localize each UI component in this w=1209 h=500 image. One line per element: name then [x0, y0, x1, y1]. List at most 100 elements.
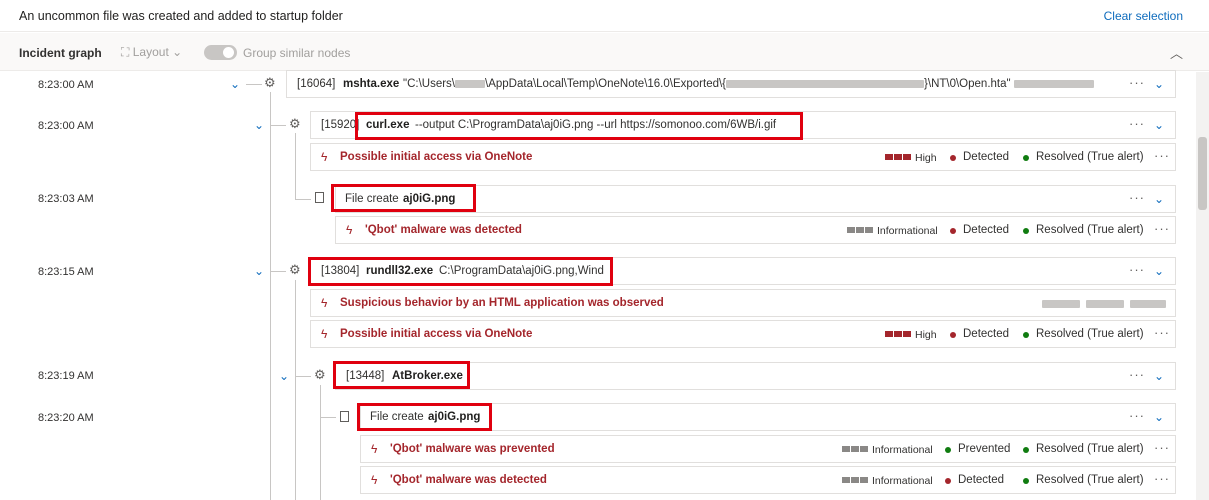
file-name: aj0iG.png — [428, 411, 481, 423]
file-event-label: File create — [370, 411, 424, 423]
status-label: Detected — [963, 328, 1010, 340]
file-event-label: File create — [345, 193, 399, 205]
more-actions-button[interactable]: ··· — [1154, 325, 1170, 340]
file-node[interactable]: File create aj0iG.png ··· ⌄ — [360, 403, 1176, 431]
file-icon — [340, 411, 349, 422]
alert-row[interactable]: ϟ 'Qbot' malware was detected Informatio… — [335, 216, 1176, 244]
expand-chevron-icon[interactable]: ⌄ — [254, 118, 264, 132]
severity-bars — [842, 477, 869, 491]
resolution-label: Resolved (True alert) — [1036, 443, 1144, 455]
chevron-down-icon[interactable]: ⌄ — [1154, 264, 1164, 278]
status-dot — [950, 332, 956, 338]
severity-label: Informational — [877, 225, 938, 237]
timestamp: 8:23:19 AM — [38, 370, 94, 382]
gear-icon: ⚙ — [289, 262, 301, 277]
tree-line — [270, 125, 286, 126]
more-actions-button[interactable]: ··· — [1129, 367, 1145, 382]
lightning-icon: ϟ — [321, 296, 328, 310]
process-id: [13804] — [321, 265, 360, 277]
lightning-icon: ϟ — [321, 150, 328, 164]
expand-chevron-icon[interactable]: ⌄ — [230, 77, 240, 91]
loading-placeholder — [1130, 300, 1166, 308]
process-id: [15920] — [321, 119, 360, 131]
tree-line — [295, 133, 296, 200]
resolution-label: Resolved (True alert) — [1036, 328, 1144, 340]
resolution-dot — [1023, 478, 1029, 484]
resolution-dot — [1023, 155, 1029, 161]
resolution-label: Resolved (True alert) — [1036, 474, 1144, 486]
status-label: Detected — [963, 151, 1010, 163]
alert-title: 'Qbot' malware was detected — [365, 224, 522, 236]
alert-row[interactable]: ϟ Possible initial access via OneNote Hi… — [310, 143, 1176, 171]
tree-line — [295, 280, 296, 500]
alert-title: Possible initial access via OneNote — [340, 151, 533, 163]
process-name: AtBroker.exe — [392, 370, 463, 382]
more-actions-button[interactable]: ··· — [1129, 116, 1145, 131]
status-dot — [945, 447, 951, 453]
process-node-atbroker[interactable]: [13448] AtBroker.exe ··· ⌄ — [335, 362, 1176, 390]
process-node-mshta[interactable]: [16064] mshta.exe "C:\Users\ \AppData\Loc… — [286, 70, 1176, 98]
process-id: [13448] — [346, 370, 385, 382]
more-actions-button[interactable]: ··· — [1154, 148, 1170, 163]
lightning-icon: ϟ — [346, 223, 353, 237]
chevron-down-icon[interactable]: ⌄ — [1154, 192, 1164, 206]
process-id: [16064] — [297, 78, 336, 90]
alert-title: 'Qbot' malware was prevented — [390, 443, 555, 455]
more-actions-button[interactable]: ··· — [1129, 262, 1145, 277]
severity-bars — [885, 154, 912, 168]
file-name: aj0iG.png — [403, 193, 456, 205]
incident-header: An uncommon file was created and added t… — [0, 0, 1209, 32]
layout-dropdown[interactable]: ⛶ Layout ⌄ — [121, 45, 182, 60]
chevron-down-icon[interactable]: ⌄ — [1154, 410, 1164, 424]
loading-placeholder — [1086, 300, 1124, 308]
file-node[interactable]: File create aj0iG.png ··· ⌄ — [335, 185, 1176, 213]
group-similar-toggle[interactable] — [204, 45, 237, 60]
status-dot — [950, 228, 956, 234]
incident-title: An uncommon file was created and added t… — [19, 9, 343, 23]
more-actions-button[interactable]: ··· — [1154, 471, 1170, 486]
severity-label: Informational — [872, 444, 933, 456]
timestamp: 8:23:03 AM — [38, 193, 94, 205]
layout-label: Layout — [132, 45, 169, 59]
severity-bars — [847, 227, 874, 241]
tree-line — [320, 417, 336, 418]
chevron-down-icon[interactable]: ⌄ — [1154, 118, 1164, 132]
resolution-dot — [1023, 447, 1029, 453]
process-name: rundll32.exe — [366, 265, 434, 277]
alert-row[interactable]: ϟ Possible initial access via OneNote Hi… — [310, 320, 1176, 348]
chevron-down-icon: ⌄ — [172, 45, 183, 59]
more-actions-button[interactable]: ··· — [1129, 408, 1145, 423]
more-actions-button[interactable]: ··· — [1129, 190, 1145, 205]
alert-row[interactable]: ϟ Suspicious behavior by an HTML applica… — [310, 289, 1176, 317]
status-label: Prevented — [958, 443, 1011, 455]
resolution-label: Resolved (True alert) — [1036, 224, 1144, 236]
resolution-label: Resolved (True alert) — [1036, 151, 1144, 163]
alert-title: Possible initial access via OneNote — [340, 328, 533, 340]
process-command-line: C:\ProgramData\aj0iG.png,Wind — [439, 265, 604, 277]
clear-selection-link[interactable]: Clear selection — [1104, 9, 1183, 23]
process-name: curl.exe — [366, 119, 410, 131]
process-node-rundll32[interactable]: [13804] rundll32.exe C:\ProgramData\aj0i… — [310, 257, 1176, 285]
more-actions-button[interactable]: ··· — [1154, 440, 1170, 455]
severity-bars — [842, 446, 869, 460]
chevron-down-icon[interactable]: ⌄ — [1154, 77, 1164, 91]
chevron-up-icon[interactable]: ︿ — [1170, 43, 1183, 62]
expand-chevron-icon[interactable]: ⌄ — [279, 369, 289, 383]
expand-chevron-icon[interactable]: ⌄ — [254, 264, 264, 278]
process-node-curl[interactable]: [15920] curl.exe --output C:\ProgramData… — [310, 111, 1176, 139]
more-actions-button[interactable]: ··· — [1129, 75, 1145, 90]
scrollbar-thumb[interactable] — [1198, 137, 1207, 210]
tree-line — [320, 385, 321, 500]
lightning-icon: ϟ — [371, 442, 378, 456]
lightning-icon: ϟ — [371, 473, 378, 487]
resolution-dot — [1023, 228, 1029, 234]
alert-row[interactable]: ϟ 'Qbot' malware was prevented Informati… — [360, 435, 1176, 463]
chevron-down-icon[interactable]: ⌄ — [1154, 369, 1164, 383]
timestamp: 8:23:15 AM — [38, 266, 94, 278]
alert-row[interactable]: ϟ 'Qbot' malware was detected Informatio… — [360, 466, 1176, 494]
gear-icon: ⚙ — [264, 75, 276, 90]
more-actions-button[interactable]: ··· — [1154, 221, 1170, 236]
tree-line — [270, 92, 271, 500]
lightning-icon: ϟ — [321, 327, 328, 341]
severity-label: Informational — [872, 475, 933, 487]
